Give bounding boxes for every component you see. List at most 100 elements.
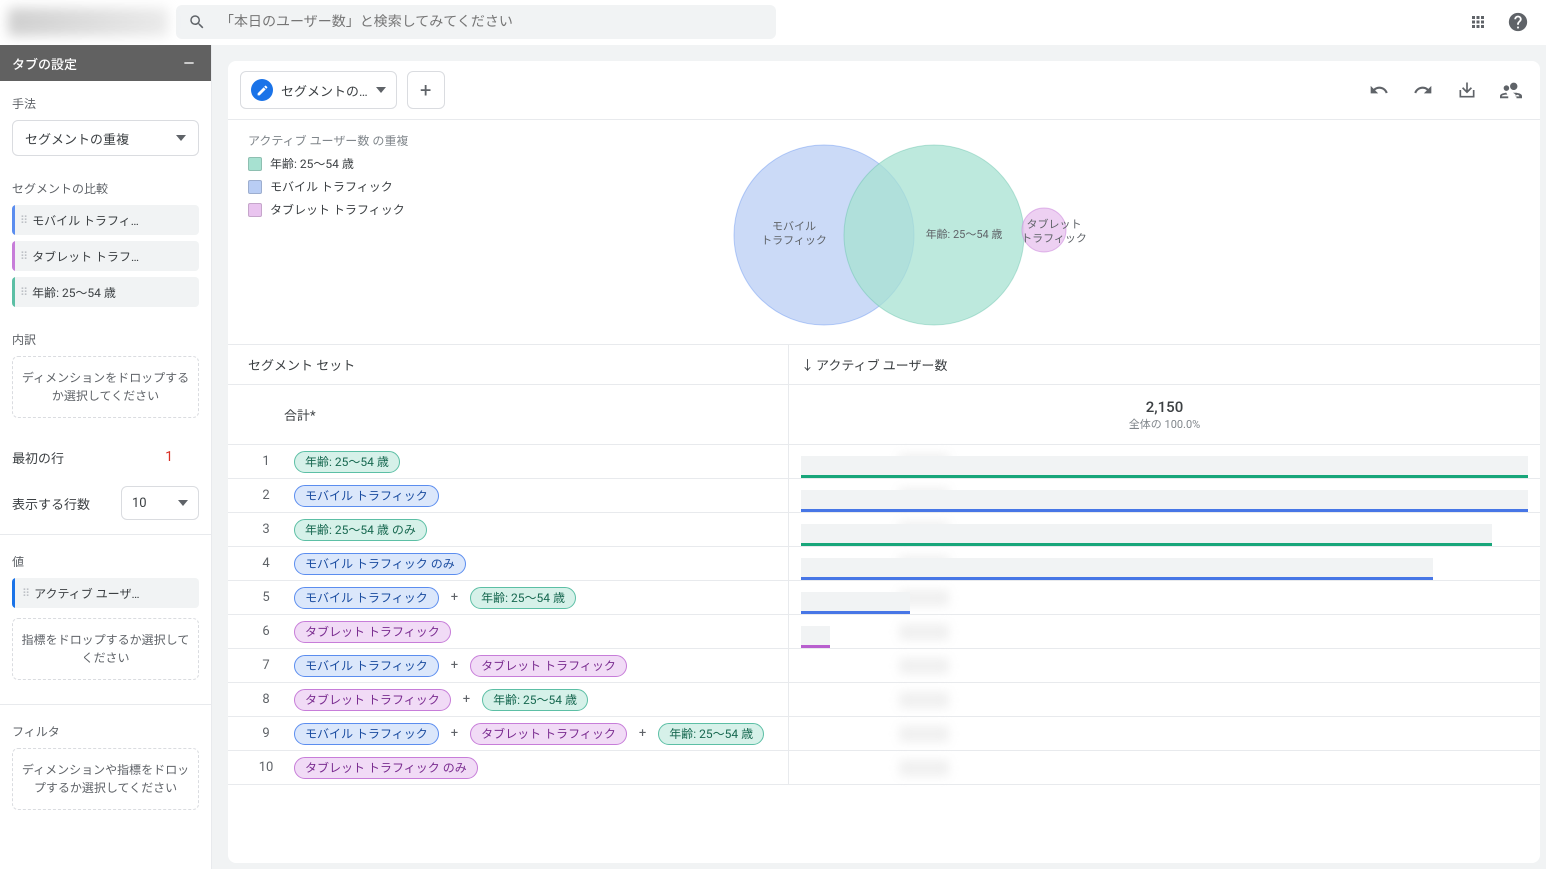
metric-dropzone[interactable]: 指標をドロップするか選択してください xyxy=(12,618,199,680)
redo-icon[interactable] xyxy=(1406,73,1440,107)
undo-icon[interactable] xyxy=(1362,73,1396,107)
result-table: セグメント セット アクティブ ユーザー数 合計* 2,150 全体の 100.… xyxy=(228,344,1540,785)
bar xyxy=(801,479,1528,512)
legend-label: モバイル トラフィック xyxy=(270,178,393,195)
rows-label: 表示する行数 xyxy=(12,494,90,513)
value-chip-label: アクティブ ユーザ… xyxy=(34,585,139,602)
drag-handle-icon: ⠿ xyxy=(20,286,26,299)
segment-pill: タブレット トラフィック xyxy=(470,655,627,677)
segment-chip-label: タブレット トラフ… xyxy=(32,248,139,265)
row-index: 9 xyxy=(248,726,284,741)
plus-separator: + xyxy=(449,658,460,673)
sidebar-title: タブの設定 xyxy=(12,54,77,73)
value-label: 値 xyxy=(12,553,199,570)
segment-pill: モバイル トラフィック xyxy=(294,485,439,507)
total-label: 合計* xyxy=(228,405,788,424)
apps-icon[interactable] xyxy=(1458,2,1498,42)
chevron-down-icon xyxy=(376,87,386,93)
breakdown-dropzone[interactable]: ディメンションをドロップするか選択してください xyxy=(12,356,199,418)
segment-pill: モバイル トラフィック xyxy=(294,587,439,609)
sidebar-header: タブの設定 xyxy=(0,45,211,81)
row-index: 8 xyxy=(248,692,284,707)
plus-separator: + xyxy=(637,726,648,741)
segment-pill: 年齢: 25～54 歳 xyxy=(294,451,400,473)
bar xyxy=(801,513,1528,546)
venn-diagram-area: アクティブ ユーザー数 の重複 年齢: 25～54 歳モバイル トラフィックタブ… xyxy=(228,119,1540,344)
method-label: 手法 xyxy=(12,95,199,112)
search-icon xyxy=(188,13,206,31)
segment-pill: モバイル トラフィック のみ xyxy=(294,553,466,575)
row-index: 2 xyxy=(248,488,284,503)
chevron-down-icon xyxy=(178,500,188,506)
main-area: セグメントの… + アクティブ ユーザー数 の重複 年齢: 25～54 歳モバイ… xyxy=(212,45,1546,869)
tab-bar: セグメントの… + xyxy=(228,61,1540,109)
legend-swatch xyxy=(248,180,262,194)
segment-pill: 年齢: 25～54 歳 xyxy=(482,689,588,711)
segment-pill: タブレット トラフィック xyxy=(294,621,451,643)
search-input[interactable] xyxy=(220,14,764,30)
drag-handle-icon: ⠿ xyxy=(20,250,26,263)
rows-select[interactable]: 10 xyxy=(121,486,199,520)
product-logo xyxy=(8,8,168,36)
segment-chip-label: 年齢: 25～54 歳 xyxy=(32,284,116,301)
venn-diagram: モバイル トラフィック 年齢: 25～54 歳 タブレット トラフィック xyxy=(674,130,1094,340)
svg-text:年齢: 25～54 歳: 年齢: 25～54 歳 xyxy=(926,228,1003,241)
download-icon[interactable] xyxy=(1450,73,1484,107)
svg-text:トラフィック: トラフィック xyxy=(1021,232,1087,245)
segment-chip[interactable]: ⠿ 年齢: 25～54 歳 xyxy=(12,277,199,307)
value-redacted xyxy=(899,658,949,674)
table-row: 8タブレット トラフィック+年齢: 25～54 歳 xyxy=(228,683,1540,717)
segment-chip[interactable]: ⠿ タブレット トラフ… xyxy=(12,241,199,271)
table-row: 6 タブレット トラフィック xyxy=(228,615,1540,649)
value-redacted xyxy=(899,726,949,742)
row-index: 3 xyxy=(248,522,284,537)
share-icon[interactable] xyxy=(1494,73,1528,107)
row-index: 1 xyxy=(248,454,284,469)
method-select[interactable]: セグメントの重複 xyxy=(12,120,199,156)
segment-pill: タブレット トラフィック xyxy=(470,723,627,745)
value-chip[interactable]: ⠿ アクティブ ユーザ… xyxy=(12,578,199,608)
table-row: 2 モバイル トラフィック xyxy=(228,479,1540,513)
row-index: 4 xyxy=(248,556,284,571)
help-icon[interactable] xyxy=(1498,2,1538,42)
settings-sidebar: タブの設定 手法 セグメントの重複 セグメントの比較 ⠿モバイル トラフィ…⠿タ… xyxy=(0,45,212,869)
table-row: 1 年齢: 25～54 歳 xyxy=(228,445,1540,479)
legend-label: タブレット トラフィック xyxy=(270,201,405,218)
col-active-users[interactable]: アクティブ ユーザー数 xyxy=(801,355,948,374)
method-value: セグメントの重複 xyxy=(25,129,129,148)
total-subtext: 全体の 100.0% xyxy=(1129,416,1200,432)
rows-value: 10 xyxy=(132,496,147,511)
segment-chip[interactable]: ⠿モバイル トラフィ… xyxy=(12,205,199,235)
segment-pill: 年齢: 25～54 歳 xyxy=(470,587,576,609)
table-row: 5モバイル トラフィック+年齢: 25～54 歳 xyxy=(228,581,1540,615)
first-row-input[interactable] xyxy=(139,442,199,472)
row-index: 6 xyxy=(248,624,284,639)
plus-separator: + xyxy=(461,692,472,707)
table-row: 4 モバイル トラフィック のみ xyxy=(228,547,1540,581)
breakdown-label: 内訳 xyxy=(12,331,199,348)
table-row: 10タブレット トラフィック のみ xyxy=(228,751,1540,785)
filter-dropzone[interactable]: ディメンションや指標をドロップするか選択してください xyxy=(12,748,199,810)
legend-swatch xyxy=(248,203,262,217)
collapse-icon[interactable] xyxy=(179,53,199,73)
total-value: 2,150 xyxy=(1146,398,1183,416)
svg-text:モバイル: モバイル xyxy=(772,220,816,233)
add-tab-button[interactable]: + xyxy=(407,71,445,109)
bar xyxy=(801,547,1528,580)
tab-segment-overlap[interactable]: セグメントの… xyxy=(240,71,397,109)
first-row-label: 最初の行 xyxy=(12,448,64,467)
table-total-row: 合計* 2,150 全体の 100.0% xyxy=(228,385,1540,445)
row-index: 7 xyxy=(248,658,284,673)
legend-label: 年齢: 25～54 歳 xyxy=(270,155,354,172)
col-segment-set: セグメント セット xyxy=(228,355,788,374)
legend-swatch xyxy=(248,157,262,171)
tab-label: セグメントの… xyxy=(281,81,368,100)
search-box[interactable] xyxy=(176,5,776,39)
table-row: 9モバイル トラフィック+タブレット トラフィック+年齢: 25～54 歳 xyxy=(228,717,1540,751)
table-row: 3 年齢: 25～54 歳 のみ xyxy=(228,513,1540,547)
segment-pill: 年齢: 25～54 歳 のみ xyxy=(294,519,427,541)
drag-handle-icon: ⠿ xyxy=(20,214,26,227)
svg-text:タブレット: タブレット xyxy=(1027,218,1082,231)
edit-icon xyxy=(251,79,273,101)
table-header: セグメント セット アクティブ ユーザー数 xyxy=(228,345,1540,385)
